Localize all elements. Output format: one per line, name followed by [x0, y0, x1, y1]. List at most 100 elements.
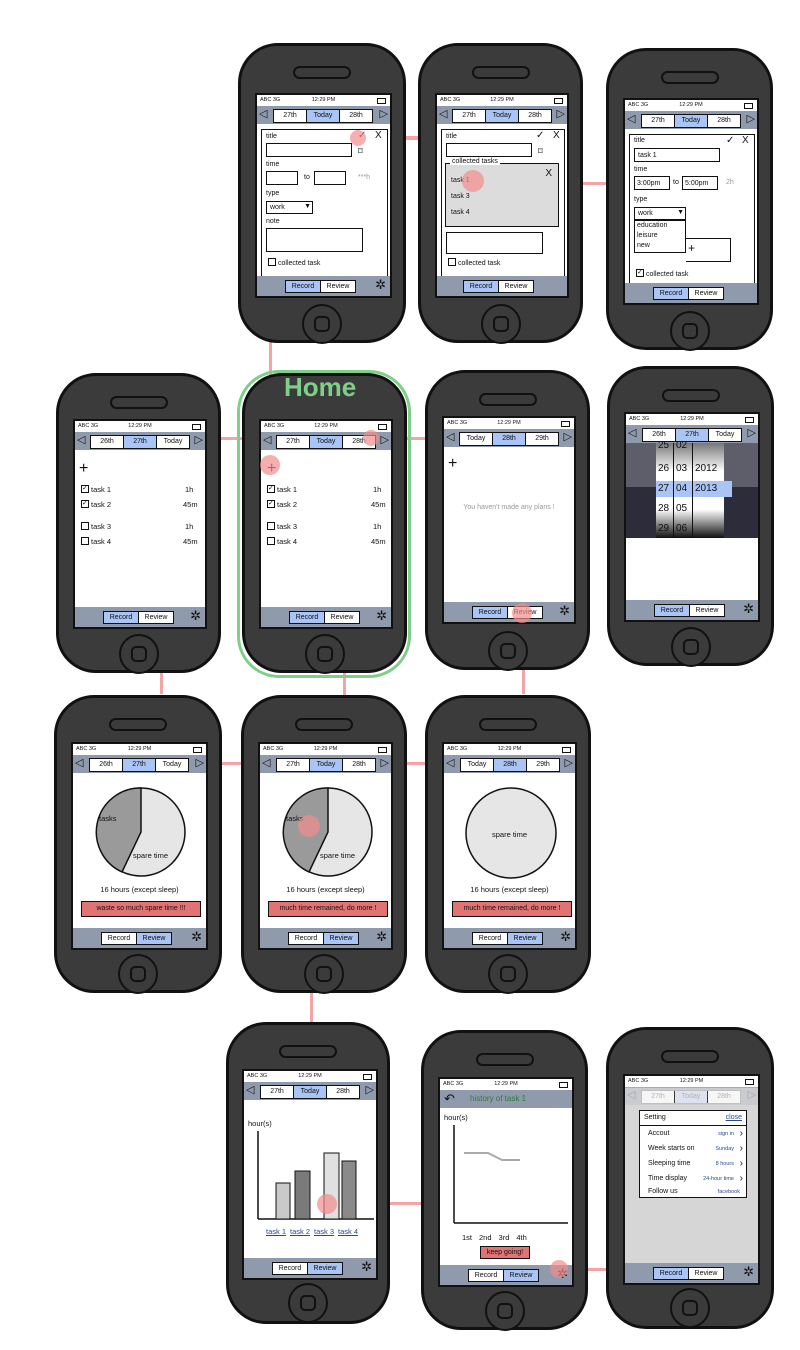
folder-icon[interactable]: ⌑: [538, 146, 543, 157]
back-arrow-icon[interactable]: ↶: [444, 1091, 455, 1107]
close-icon[interactable]: X: [553, 130, 560, 141]
review-tab[interactable]: Review: [690, 605, 724, 616]
record-tab[interactable]: Record: [289, 933, 324, 944]
date-tab[interactable]: 29th: [526, 433, 558, 445]
gear-icon[interactable]: ✲: [375, 278, 386, 292]
gear-icon[interactable]: ✲: [743, 602, 754, 616]
checkbox-icon[interactable]: [81, 537, 89, 546]
setting-value[interactable]: 24-hour time: [703, 1176, 734, 1182]
date-tab[interactable]: Today: [157, 436, 189, 448]
check-icon[interactable]: ✓: [536, 130, 544, 141]
gear-icon[interactable]: ✲: [190, 609, 201, 623]
collected-task-checkbox[interactable]: ✓ collected task: [636, 269, 688, 278]
task-row[interactable]: task 3: [81, 522, 111, 531]
record-tab[interactable]: Record: [655, 605, 690, 616]
record-tab[interactable]: Record: [654, 1268, 689, 1279]
start-time-input[interactable]: 3:00pm: [634, 176, 670, 190]
next-arrow-icon[interactable]: ▷: [564, 432, 572, 443]
review-tab[interactable]: Review: [139, 612, 173, 623]
task-row[interactable]: task 4: [81, 537, 111, 546]
close-icon[interactable]: X: [375, 130, 382, 141]
home-button[interactable]: [484, 1291, 525, 1331]
date-tab[interactable]: 27th: [124, 436, 157, 448]
type-option[interactable]: new: [637, 242, 650, 249]
date-tab[interactable]: 27th: [642, 115, 675, 127]
record-tab[interactable]: Record: [473, 933, 508, 944]
prev-arrow-icon[interactable]: ◁: [246, 1085, 254, 1096]
task-link[interactable]: task 2: [290, 1227, 310, 1236]
date-picker[interactable]: 25 26 27 28 29 02 03 04 05 06 2012 2013: [626, 440, 758, 538]
start-time-input[interactable]: [266, 171, 298, 185]
date-tab[interactable]: 27th: [123, 759, 156, 771]
setting-value[interactable]: sign in: [718, 1131, 734, 1137]
record-tab[interactable]: Record: [469, 1270, 504, 1281]
date-tab[interactable]: Today: [307, 110, 340, 122]
home-button[interactable]: [288, 1283, 328, 1323]
checkbox-icon[interactable]: [81, 522, 89, 531]
date-tab[interactable]: Today: [156, 759, 188, 771]
collected-task-checkbox[interactable]: collected task: [268, 258, 320, 267]
chevron-right-icon[interactable]: ›: [740, 1128, 743, 1139]
prev-arrow-icon[interactable]: ◁: [259, 109, 267, 120]
next-arrow-icon[interactable]: ▷: [748, 428, 756, 439]
date-tab[interactable]: Today: [461, 759, 494, 771]
record-tab[interactable]: Record: [473, 607, 508, 618]
date-tab[interactable]: 28th: [708, 115, 740, 127]
add-task-icon[interactable]: +: [79, 461, 88, 477]
setting-value[interactable]: Sunday: [715, 1146, 734, 1152]
task-row[interactable]: ✓ task 2: [81, 500, 111, 509]
collected-item[interactable]: task 3: [451, 193, 470, 200]
date-tab[interactable]: Today: [294, 1086, 327, 1098]
title-input[interactable]: [266, 143, 352, 157]
review-tab[interactable]: Review: [504, 1270, 538, 1281]
review-tab[interactable]: Review: [689, 288, 723, 299]
prev-arrow-icon[interactable]: ◁: [439, 109, 447, 120]
setting-value[interactable]: facebook: [718, 1189, 740, 1195]
date-tab[interactable]: 28th: [343, 759, 375, 771]
type-option[interactable]: education: [637, 222, 667, 229]
note-input[interactable]: +: [686, 238, 731, 262]
home-button[interactable]: [302, 304, 342, 344]
checkbox-icon[interactable]: ✓: [81, 485, 89, 494]
end-time-input[interactable]: [314, 171, 346, 185]
home-button[interactable]: [304, 954, 344, 994]
review-tab[interactable]: Review: [689, 1268, 723, 1279]
date-tab[interactable]: 27th: [277, 759, 310, 771]
date-tab[interactable]: Today: [460, 433, 493, 445]
record-tab[interactable]: Record: [273, 1263, 308, 1274]
chevron-right-icon[interactable]: ›: [740, 1143, 743, 1154]
date-tab[interactable]: 28th: [493, 433, 526, 445]
date-tab[interactable]: Today: [675, 115, 708, 127]
folder-icon[interactable]: ⌑: [358, 146, 363, 157]
next-arrow-icon[interactable]: ▷: [557, 109, 565, 120]
setting-value[interactable]: 8 hours: [716, 1161, 734, 1167]
home-button[interactable]: [480, 304, 521, 344]
record-tab[interactable]: Record: [464, 281, 499, 292]
date-tab[interactable]: 28th: [494, 759, 527, 771]
gear-icon[interactable]: ✲: [361, 1260, 372, 1274]
date-tab[interactable]: 26th: [90, 759, 123, 771]
next-arrow-icon[interactable]: ▷: [380, 109, 388, 120]
review-tab[interactable]: Review: [324, 933, 358, 944]
add-icon[interactable]: +: [688, 241, 695, 255]
prev-arrow-icon[interactable]: ◁: [446, 432, 454, 443]
home-button[interactable]: [669, 311, 710, 351]
task-link[interactable]: task 3: [314, 1227, 334, 1236]
title-input[interactable]: [446, 143, 532, 157]
gear-icon[interactable]: ✲: [559, 604, 570, 618]
type-select[interactable]: work ▼: [634, 207, 686, 220]
date-tab[interactable]: 28th: [519, 110, 551, 122]
record-tab[interactable]: Record: [104, 612, 139, 623]
date-tab[interactable]: 28th: [327, 1086, 359, 1098]
chevron-right-icon[interactable]: ›: [740, 1158, 743, 1169]
next-arrow-icon[interactable]: ▷: [195, 435, 203, 446]
gear-icon[interactable]: ✲: [376, 930, 387, 944]
gear-icon[interactable]: ✲: [743, 1265, 754, 1279]
title-input[interactable]: task 1: [634, 148, 720, 162]
task-link[interactable]: task 4: [338, 1227, 358, 1236]
date-tab[interactable]: Today: [709, 429, 741, 441]
review-tab[interactable]: Review: [137, 933, 171, 944]
home-button[interactable]: [487, 631, 528, 671]
date-tab[interactable]: Today: [310, 759, 343, 771]
task-row[interactable]: ✓ task 1: [81, 485, 111, 494]
